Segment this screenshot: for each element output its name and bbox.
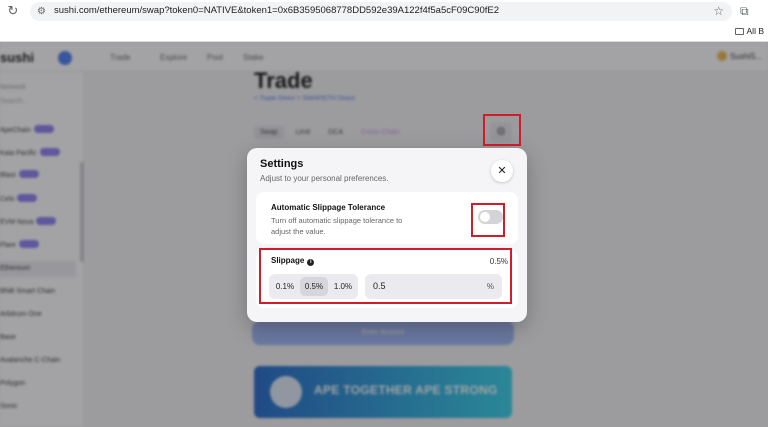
highlight-box-gear — [483, 114, 521, 146]
auto-slippage-description: Turn off automatic slippage tolerance to… — [271, 216, 403, 236]
folder-icon — [734, 28, 744, 35]
auto-slippage-title: Automatic Slippage Tolerance — [271, 203, 386, 212]
reload-icon[interactable]: ↻ — [6, 4, 20, 18]
bookmark-star-icon[interactable]: ☆ — [713, 4, 724, 18]
address-bar[interactable]: ⚙ sushi.com/ethereum/swap?token0=NATIVE&… — [30, 2, 732, 21]
close-icon: ✕ — [497, 165, 507, 177]
highlight-box-toggle — [471, 203, 505, 237]
browser-chrome: ↻ ⚙ sushi.com/ethereum/swap?token0=NATIV… — [0, 0, 768, 42]
site-info-icon[interactable]: ⚙ — [37, 6, 48, 17]
extensions-icon[interactable]: ⧉ — [740, 4, 749, 19]
url-text[interactable]: sushi.com/ethereum/swap?token0=NATIVE&to… — [54, 5, 499, 16]
bookmarks-bar: All B — [0, 22, 768, 42]
highlight-box-slippage — [259, 248, 512, 304]
settings-subtitle: Adjust to your personal preferences. — [260, 174, 389, 183]
settings-title: Settings — [260, 158, 304, 170]
all-bookmarks-button[interactable]: All B — [734, 26, 764, 36]
all-bookmarks-label: All B — [746, 26, 764, 36]
close-button[interactable]: ✕ — [491, 160, 513, 182]
